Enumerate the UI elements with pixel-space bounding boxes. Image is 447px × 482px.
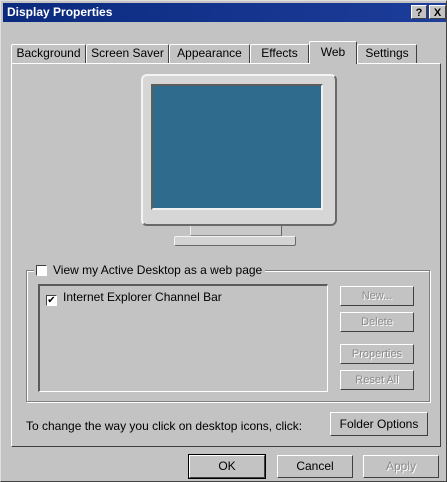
folder-options-button[interactable]: Folder Options	[330, 412, 428, 436]
reset-all-button[interactable]: Reset All	[340, 370, 414, 390]
display-properties-window: Display Properties ? X Background Screen…	[0, 0, 447, 482]
new-button-label: New...	[361, 290, 393, 302]
close-button[interactable]: X	[429, 5, 446, 19]
properties-button-label: Properties	[351, 348, 403, 360]
monitor-screen	[151, 84, 323, 210]
active-desktop-toggle[interactable]: View my Active Desktop as a web page	[34, 262, 266, 278]
delete-button[interactable]: Delete	[340, 312, 414, 332]
channel-bar-checkbox[interactable]: ✔	[46, 295, 57, 306]
channel-bar-label[interactable]: Internet Explorer Channel Bar	[63, 290, 222, 304]
tab-effects[interactable]: Effects	[250, 44, 309, 63]
desktop-items-list[interactable]: ✔ Internet Explorer Channel Bar	[38, 284, 328, 392]
properties-button[interactable]: Properties	[340, 344, 414, 364]
reset-all-button-label: Reset All	[355, 374, 399, 386]
apply-button[interactable]: Apply	[363, 455, 439, 478]
folder-options-label: Folder Options	[339, 417, 419, 431]
list-item[interactable]: ✔ Internet Explorer Channel Bar	[46, 290, 222, 306]
web-tab-panel: View my Active Desktop as a web page ✔ In…	[11, 63, 441, 447]
apply-button-label: Apply	[385, 459, 417, 473]
tab-screen-saver[interactable]: Screen Saver	[86, 44, 169, 63]
new-button[interactable]: New...	[340, 286, 414, 306]
active-desktop-checkbox[interactable]	[36, 265, 47, 276]
cancel-button[interactable]: Cancel	[277, 455, 353, 478]
monitor-preview	[141, 74, 337, 226]
tab-settings[interactable]: Settings	[357, 44, 417, 63]
folder-options-hint: To change the way you click on desktop i…	[26, 419, 303, 433]
tab-web[interactable]: Web	[309, 41, 357, 64]
tab-background[interactable]: Background	[11, 44, 86, 63]
ok-button[interactable]: OK	[188, 454, 266, 479]
tab-strip: Background Screen Saver Appearance Effec…	[11, 41, 441, 64]
monitor-neck	[190, 226, 282, 236]
help-button[interactable]: ?	[411, 5, 427, 19]
delete-button-label: Delete	[361, 316, 393, 328]
title-bar[interactable]: Display Properties ? X	[3, 3, 446, 22]
window-title: Display Properties	[7, 5, 113, 19]
tab-appearance[interactable]: Appearance	[169, 44, 250, 63]
active-desktop-label[interactable]: View my Active Desktop as a web page	[53, 263, 262, 277]
monitor-base	[174, 236, 296, 246]
